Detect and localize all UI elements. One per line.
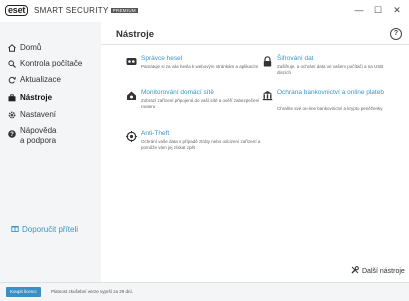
- sidebar-item-settings[interactable]: Nastavení: [0, 110, 101, 124]
- buy-license-button[interactable]: Koupit licenci: [6, 287, 41, 297]
- sidebar-item-help-support[interactable]: ? Nápověda a podpora: [0, 126, 101, 150]
- tool-password-manager[interactable]: Správce hesel Pamatuje si za vás hesla k…: [126, 55, 266, 89]
- divider: [101, 44, 409, 45]
- sidebar-item-label: Nastavení: [20, 110, 57, 119]
- tool-home-network-monitor[interactable]: Monitorování domácí sítě Zobrazí zařízen…: [126, 89, 266, 123]
- tool-description: Ochrání vaše data v případě ztráty nebo …: [141, 139, 261, 150]
- svg-text:?: ?: [10, 132, 14, 138]
- tool-title[interactable]: Monitorování domácí sítě: [141, 89, 266, 97]
- sidebar-item-tools[interactable]: Nástroje: [0, 93, 101, 107]
- tool-title[interactable]: Správce hesel: [141, 55, 266, 63]
- sidebar-item-label: Domů: [20, 43, 42, 52]
- maximize-button[interactable]: ☐: [371, 3, 385, 17]
- sidebar-item-label: Kontrola počítače: [20, 59, 83, 68]
- sidebar-item-computer-scan[interactable]: Kontrola počítače: [0, 59, 101, 73]
- search-icon: [8, 60, 16, 68]
- title-bar: eset SMART SECURITY PREMIUM — ☐ ✕: [0, 0, 409, 22]
- trial-status-text: Platnost zkušební verze vyprší za 29 dní…: [51, 289, 134, 294]
- tool-description: Zašifruje, a ochrání data ve vašem počít…: [277, 64, 384, 75]
- wrench-icon: [351, 266, 359, 276]
- page-title: Nástroje: [116, 29, 155, 40]
- tool-data-encryption[interactable]: Šifrování dat Zašifruje, a ochrání data …: [262, 55, 402, 89]
- edition-badge: PREMIUM: [110, 8, 138, 14]
- tool-description: Pamatuje si za vás hesla k webovým strán…: [141, 64, 259, 69]
- refresh-icon: [8, 76, 16, 84]
- minimize-button[interactable]: —: [352, 3, 366, 17]
- status-bar: Koupit licenci Platnost zkušební verze v…: [0, 282, 409, 301]
- sidebar: Domů Kontrola počítače Aktualizace Nástr…: [0, 22, 101, 295]
- help-label-line2: a podpora: [20, 136, 57, 145]
- logo-text: eset: [5, 5, 29, 16]
- tool-description: Chraňte své on-line bankovnictví a krypt…: [277, 106, 383, 111]
- lock-icon: [262, 56, 273, 67]
- tool-banking-protection[interactable]: Ochrana bankovnictví a online plateb Chr…: [262, 89, 402, 123]
- tool-title[interactable]: Šifrování dat: [277, 55, 402, 63]
- more-tools-link[interactable]: Další nástroje: [351, 266, 405, 276]
- gift-icon: [11, 224, 19, 234]
- briefcase-icon: [8, 94, 16, 102]
- sidebar-item-label: Nástroje: [20, 93, 53, 102]
- recommend-label: Doporučit příteli: [22, 224, 79, 234]
- bank-icon: [262, 90, 273, 101]
- tool-anti-theft[interactable]: Anti-Theft Ochrání vaše data v případě z…: [126, 130, 266, 164]
- product-name-text: SMART SECURITY: [34, 6, 109, 15]
- close-button[interactable]: ✕: [390, 3, 404, 17]
- eset-logo: eset: [5, 5, 29, 16]
- tool-description: Zobrazí zařízení připojená do vaší sítě …: [141, 98, 260, 109]
- network-monitor-icon: [126, 90, 137, 101]
- home-icon: [8, 44, 16, 52]
- sidebar-item-home[interactable]: Domů: [0, 43, 101, 57]
- sidebar-item-update[interactable]: Aktualizace: [0, 75, 101, 89]
- question-icon: ?: [8, 130, 16, 138]
- anti-theft-icon: [126, 131, 137, 142]
- help-button[interactable]: ?: [390, 28, 402, 40]
- help-label-line1: Nápověda: [20, 126, 57, 135]
- tool-title[interactable]: Anti-Theft: [141, 130, 266, 138]
- product-name: SMART SECURITY PREMIUM: [34, 6, 138, 15]
- sidebar-item-label: Nápověda a podpora: [20, 126, 56, 146]
- recommend-friend-link[interactable]: Doporučit příteli: [11, 224, 78, 234]
- tool-title[interactable]: Ochrana bankovnictví a online plateb: [277, 89, 402, 97]
- password-manager-icon: [126, 56, 137, 67]
- gear-icon: [8, 111, 16, 119]
- sidebar-item-label: Aktualizace: [20, 75, 61, 84]
- main-panel: Nástroje ? Správce hesel Pamatuje si za …: [101, 22, 409, 282]
- more-tools-label: Další nástroje: [362, 267, 405, 275]
